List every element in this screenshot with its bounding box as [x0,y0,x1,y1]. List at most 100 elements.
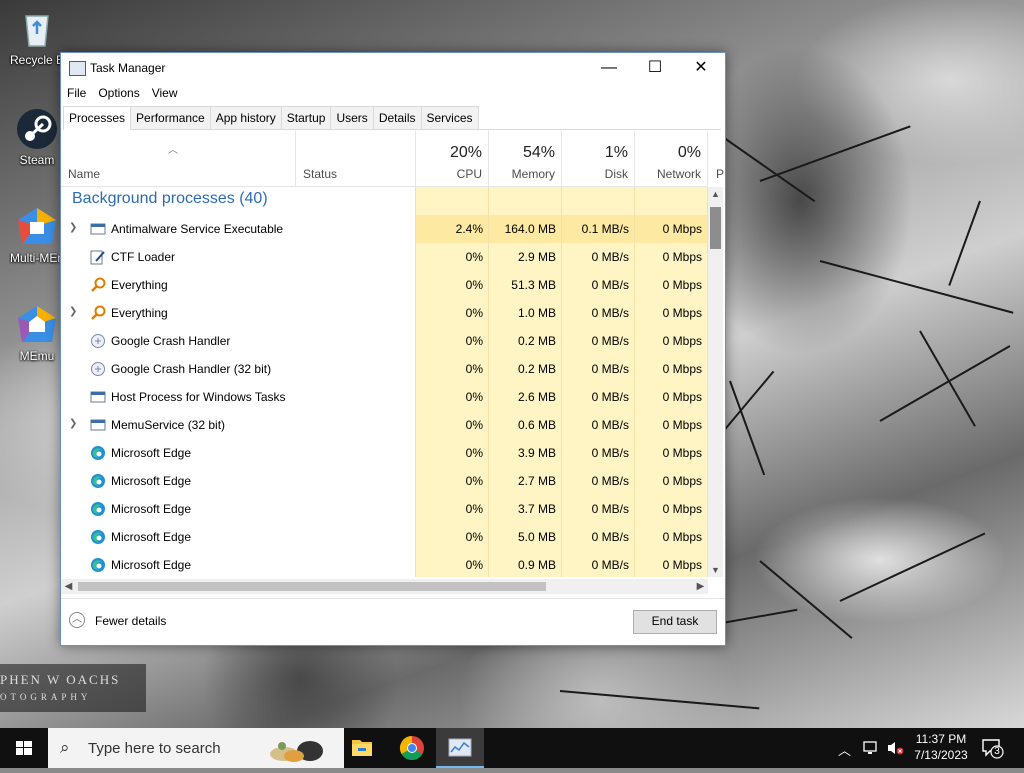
tab-app-history[interactable]: App history [209,106,282,129]
cpu-total: 20% [449,144,482,161]
tab-performance[interactable]: Performance [130,106,211,129]
process-network: 0 Mbps [662,530,702,544]
process-name: CTF Loader [111,250,176,264]
group-header[interactable]: Background processes (40) [61,187,708,215]
process-row[interactable]: Google Crash Handler (32 bit) 0% 0.2 MB 0 M… [61,355,708,383]
process-disk: 0 MB/s [591,502,629,516]
process-memory: 3.9 MB [517,446,556,460]
process-row[interactable]: Google Crash Handler 0% 0.2 MB 0 MB/s 0 Mbps [61,327,708,355]
process-name: Microsoft Edge [111,474,192,488]
process-cpu: 0% [465,250,483,264]
scroll-down-arrow-icon[interactable]: ▼ [708,563,723,577]
expand-chevron-icon[interactable]: ❯ [69,222,77,233]
process-cpu: 0% [465,530,483,544]
column-separator [561,187,562,577]
tab-details[interactable]: Details [372,106,422,129]
process-row[interactable]: ❯ MemuService (32 bit) 0% 0.6 MB 0 MB/s 0 Mbp… [61,411,708,439]
vertical-scroll-thumb[interactable] [710,207,721,249]
volume-muted-icon[interactable] [886,740,904,759]
process-name: MemuService (32 bit) [111,418,226,432]
search-box[interactable]: ⌕ Type here to search [48,728,344,768]
process-name: Google Crash Handler [111,334,231,348]
process-name: Everything [111,278,168,292]
process-row[interactable]: ❯ Antimalware Service Executable 2.4% 164.0… [61,215,708,243]
process-row[interactable]: Everything 0% 51.3 MB 0 MB/s 0 Mbps [61,271,708,299]
process-memory: 0.2 MB [517,334,556,348]
column-name[interactable]: ︿ Name [61,131,295,186]
process-row[interactable]: Microsoft Edge 0% 3.9 MB 0 MB/s 0 Mbps [61,439,708,467]
menu-view[interactable]: View [146,83,184,100]
process-row[interactable]: Microsoft Edge 0% 0.9 MB 0 MB/s 0 Mbps [61,551,708,577]
tab-startup[interactable]: Startup [280,106,332,129]
process-network: 0 Mbps [662,278,702,292]
taskbar-chrome[interactable] [388,728,436,768]
process-disk: 0 MB/s [591,530,629,544]
process-disk: 0 MB/s [591,446,629,460]
process-network: 0 Mbps [662,250,702,264]
maximize-button[interactable]: ☐ [632,53,678,83]
taskbar-file-explorer[interactable] [338,728,386,768]
search-placeholder: Type here to search [88,740,221,757]
process-row[interactable]: Host Process for Windows Tasks 0% 2.6 MB 0 … [61,383,708,411]
column-memory[interactable]: 54% Memory [488,131,561,186]
start-button[interactable] [0,728,48,768]
process-cpu: 2.4% [455,222,483,236]
process-row[interactable]: CTF Loader 0% 2.9 MB 0 MB/s 0 Mbps [61,243,708,271]
tab-users[interactable]: Users [330,106,374,129]
process-name: Microsoft Edge [111,558,192,572]
watermark-line1: PHEN W OACHS [0,672,121,687]
process-memory: 0.9 MB [517,558,556,572]
process-memory: 0.6 MB [517,418,556,432]
horizontal-scroll-thumb[interactable] [78,582,546,591]
scroll-up-arrow-icon[interactable]: ▲ [708,187,723,201]
fewer-details-link[interactable]: Fewer details [95,614,166,628]
horizontal-scrollbar[interactable]: ◀ ▶ [61,579,708,594]
column-disk-label: Disk [604,167,628,181]
process-row[interactable]: Microsoft Edge 0% 3.7 MB 0 MB/s 0 Mbps [61,495,708,523]
expand-chevron-icon[interactable]: ❯ [69,418,77,429]
chevron-up-circle-icon[interactable]: ︿ [69,612,85,628]
process-network: 0 Mbps [662,446,702,460]
title-bar[interactable]: Task Manager — ☐ ✕ [61,53,725,83]
pen-icon [90,249,106,265]
expand-chevron-icon[interactable]: ❯ [69,306,77,317]
network-icon[interactable] [862,740,880,759]
system-clock[interactable]: 11:37 PM 7/13/2023 [906,731,976,763]
process-disk: 0.1 MB/s [581,222,629,236]
edge-icon [90,557,106,573]
window-title: Task Manager [90,61,166,75]
process-memory: 1.0 MB [517,306,556,320]
windows-logo-icon [16,741,32,755]
process-row[interactable]: Microsoft Edge 0% 2.7 MB 0 MB/s 0 Mbps [61,467,708,495]
chevron-up-icon[interactable]: ︿ [838,740,851,759]
action-center-button[interactable]: 3 [980,736,1004,760]
scroll-left-arrow-icon[interactable]: ◀ [61,579,76,594]
scroll-right-arrow-icon[interactable]: ▶ [693,579,708,594]
process-row[interactable]: ❯ Everything 0% 1.0 MB 0 MB/s 0 Mbps [61,299,708,327]
column-power[interactable]: P [707,131,724,186]
window-icon [90,417,106,433]
menu-file[interactable]: File [61,83,92,100]
menu-options[interactable]: Options [92,83,145,100]
minimize-button[interactable]: — [586,53,632,83]
sort-ascending-icon: ︿ [168,145,178,156]
vertical-scrollbar[interactable]: ▲ ▼ [708,187,723,577]
group-label: Background processes (40) [72,190,268,207]
column-status[interactable]: Status [295,131,415,186]
column-disk[interactable]: 1% Disk [561,131,634,186]
process-network: 0 Mbps [662,418,702,432]
task-manager-icon [448,738,472,757]
end-task-button[interactable]: End task [633,610,717,634]
tab-services[interactable]: Services [420,106,479,129]
taskbar-task-manager[interactable] [436,728,484,768]
edge-icon [90,473,106,489]
column-cpu[interactable]: 20% CPU [415,131,488,186]
process-row[interactable]: Microsoft Edge 0% 5.0 MB 0 MB/s 0 Mbps [61,523,708,551]
tab-processes[interactable]: Processes [63,106,132,130]
process-network: 0 Mbps [662,502,702,516]
close-button[interactable]: ✕ [678,53,724,83]
clock-time: 11:37 PM [915,732,967,746]
column-network[interactable]: 0% Network [634,131,707,186]
window-icon [90,389,106,405]
process-cpu: 0% [465,418,483,432]
